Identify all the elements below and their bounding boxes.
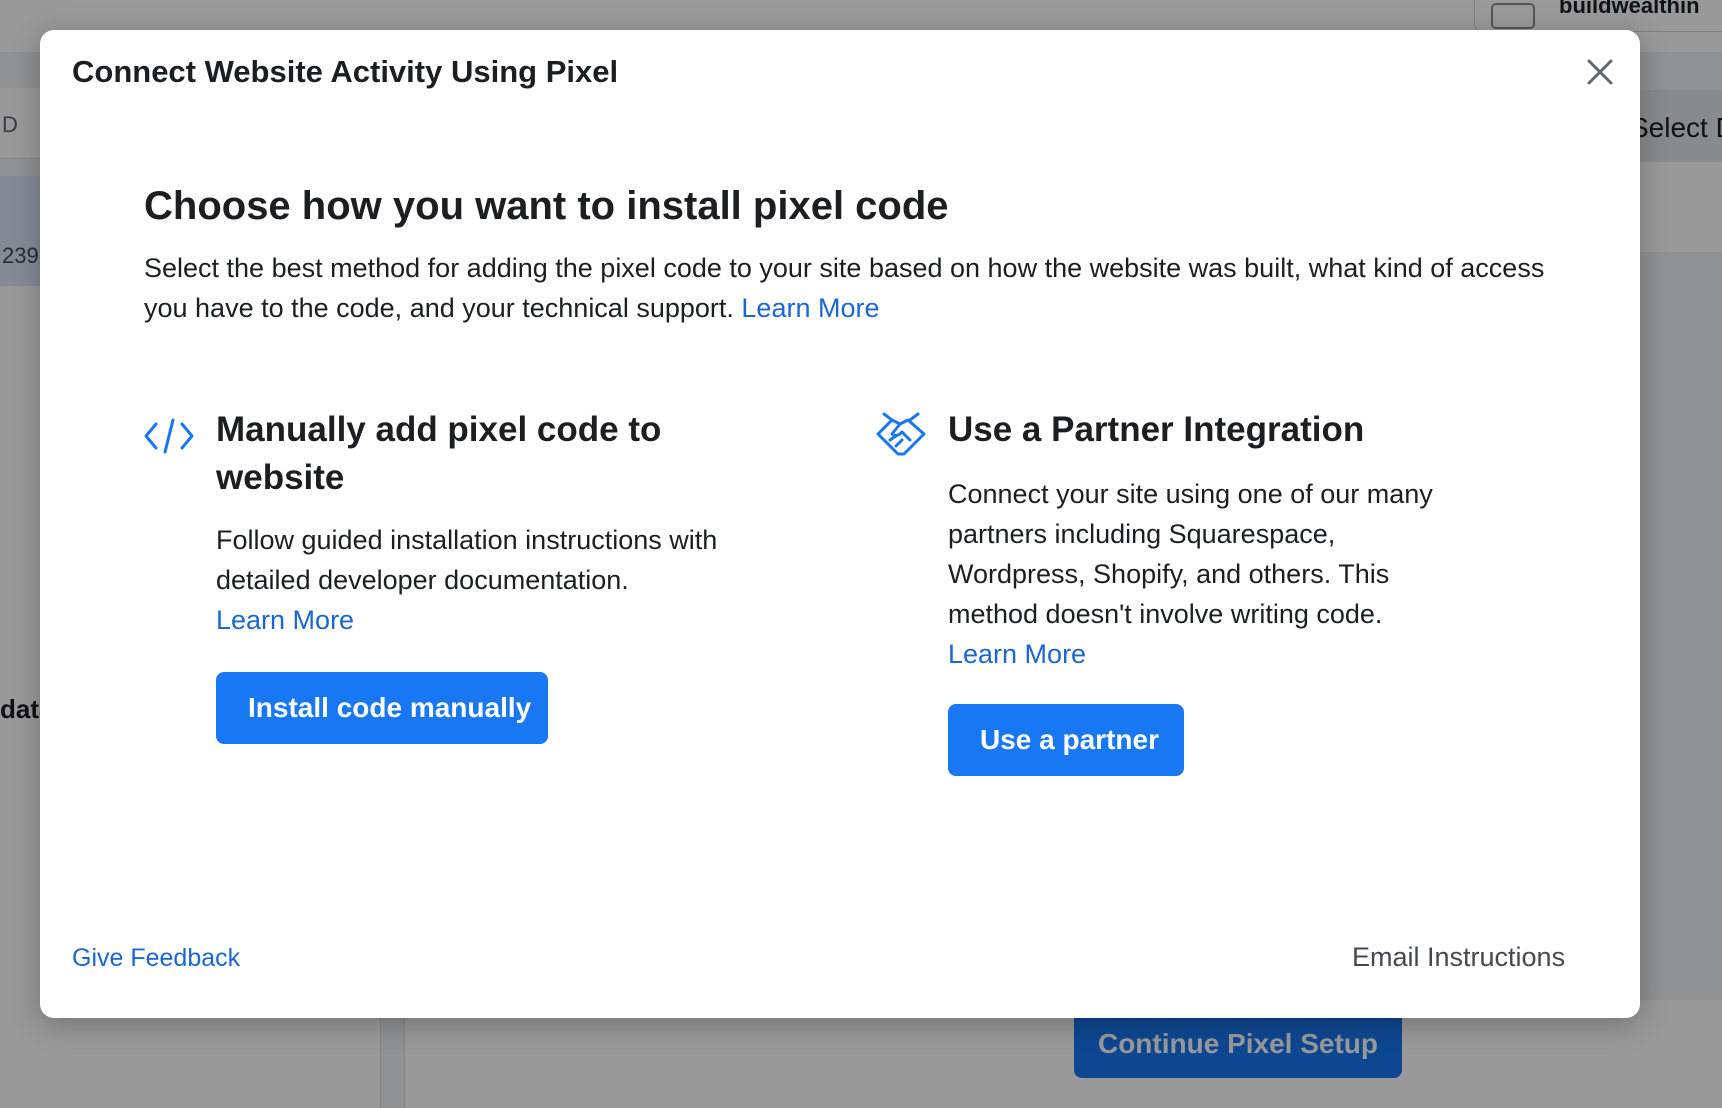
code-icon [144,418,194,454]
email-instructions-link[interactable]: Email Instructions [1352,942,1565,973]
give-feedback-link[interactable]: Give Feedback [72,944,240,973]
option-manual-text: Follow guided installation instructions … [216,525,718,595]
option-partner-title: Use a Partner Integration [948,410,1365,449]
option-manual-description: Follow guided installation instructions … [216,520,736,640]
learn-more-link[interactable]: Learn More [741,293,879,323]
option-partner-learn-more-link[interactable]: Learn More [948,639,1086,669]
close-icon [1587,59,1613,85]
dialog-title: Connect Website Activity Using Pixel [72,54,619,89]
handshake-icon [876,412,926,456]
option-partner-text: Connect your site using one of our many … [948,479,1433,629]
section-heading: Choose how you want to install pixel cod… [144,184,949,228]
option-manual-title: Manually add pixel code to website [216,410,662,497]
option-partner-description: Connect your site using one of our many … [948,474,1468,674]
use-a-partner-button[interactable]: Use a partner [948,704,1184,776]
section-description: Select the best method for adding the pi… [144,248,1584,328]
option-manual-learn-more-link[interactable]: Learn More [216,605,354,635]
connect-pixel-dialog: Connect Website Activity Using Pixel Cho… [40,30,1640,1018]
close-button[interactable] [1580,52,1620,92]
install-code-manually-button[interactable]: Install code manually [216,672,548,744]
